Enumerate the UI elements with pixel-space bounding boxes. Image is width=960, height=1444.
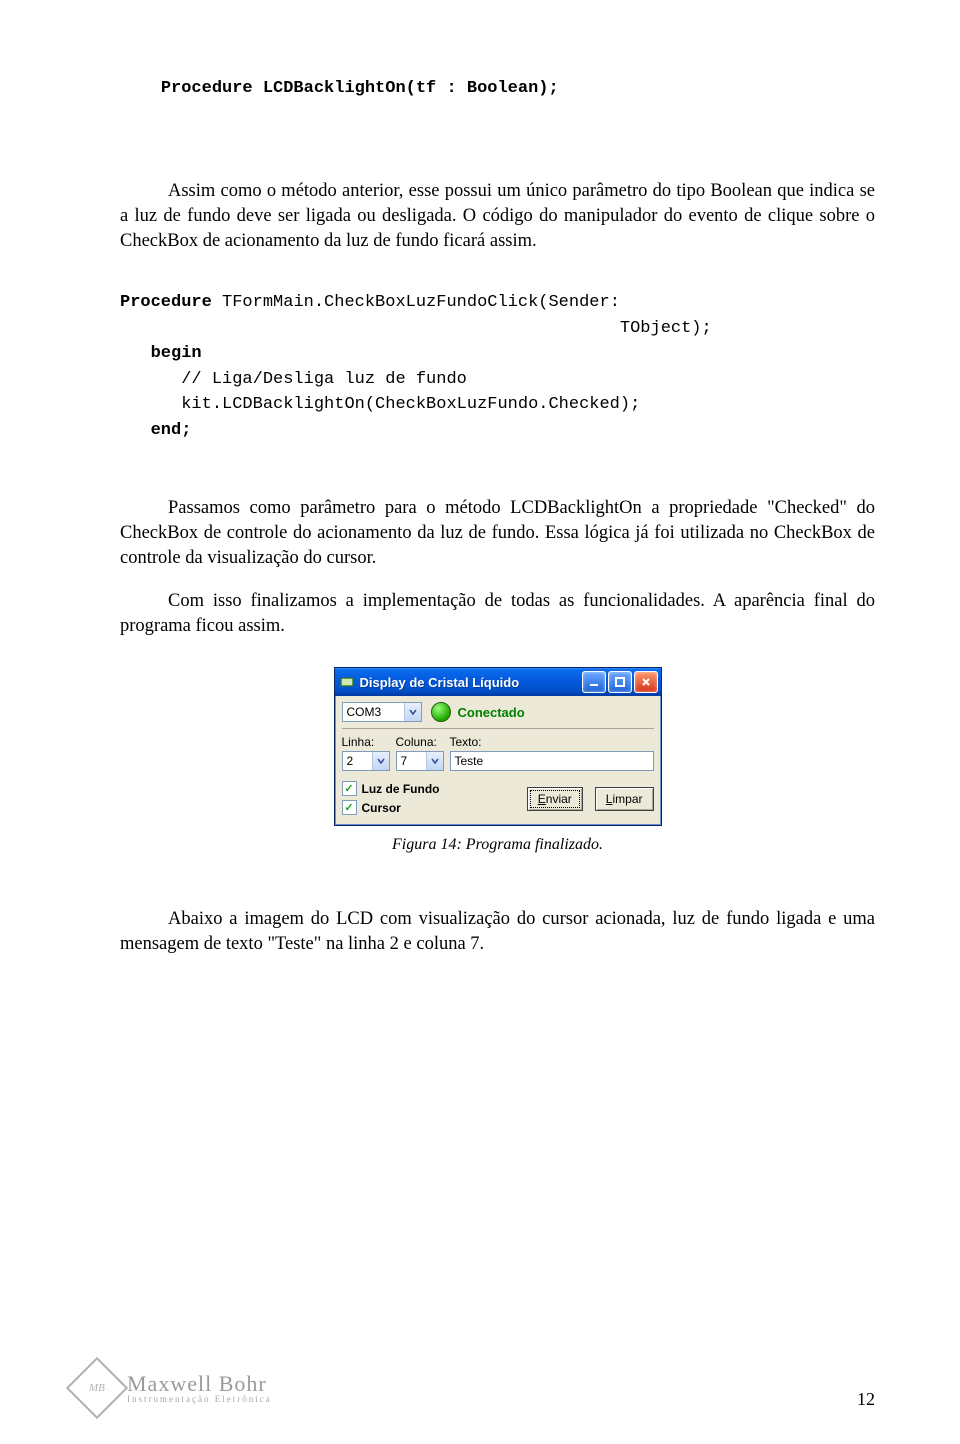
port-combo[interactable]: COM3 — [342, 702, 422, 722]
brand-name: Maxwell Bohr — [127, 1372, 272, 1395]
figure-caption: Figura 14: Programa finalizado. — [120, 836, 875, 854]
maximize-button[interactable] — [608, 671, 632, 693]
paragraph-1: Assim como o método anterior, esse possu… — [120, 179, 875, 254]
code-block-procedure: Procedure TFormMain.CheckBoxLuzFundoClic… — [120, 290, 875, 443]
brand-logo: MB Maxwell Bohr Instrumentação Eletrônic… — [75, 1366, 272, 1410]
texto-input[interactable]: Teste — [450, 751, 654, 771]
coluna-value: 7 — [401, 754, 408, 768]
paragraph-4: Abaixo a imagem do LCD com visualização … — [120, 907, 875, 957]
code-block-signature: Procedure LCDBacklightOn(tf : Boolean); — [120, 50, 875, 127]
minimize-button[interactable] — [582, 671, 606, 693]
label-coluna: Coluna: — [396, 735, 450, 749]
app-window: Display de Cristal Líquido COM3 Conectad… — [334, 667, 662, 826]
checkbox-label-luz: Luz de Fundo — [362, 782, 440, 796]
status-indicator-icon — [431, 702, 451, 722]
paragraph-3: Com isso finalizamos a implementação de … — [120, 589, 875, 639]
brand-tagline: Instrumentação Eletrônica — [127, 1395, 272, 1404]
checkbox-luz-de-fundo[interactable]: ✓ — [342, 781, 357, 796]
linha-value: 2 — [347, 754, 354, 768]
window-title: Display de Cristal Líquido — [360, 675, 582, 690]
status-text: Conectado — [458, 705, 525, 720]
paragraph-2: Passamos como parâmetro para o método LC… — [120, 496, 875, 571]
port-value: COM3 — [347, 705, 382, 719]
checkbox-cursor[interactable]: ✓ — [342, 800, 357, 815]
close-button[interactable] — [634, 671, 658, 693]
chevron-down-icon — [372, 752, 389, 770]
page-footer: MB Maxwell Bohr Instrumentação Eletrônic… — [75, 1366, 875, 1410]
code-line: Procedure LCDBacklightOn(tf : Boolean); — [161, 79, 559, 98]
chevron-down-icon — [404, 703, 421, 721]
label-linha: Linha: — [342, 735, 396, 749]
enviar-button[interactable]: Enviar — [527, 787, 583, 811]
logo-mark-icon: MB — [66, 1357, 128, 1419]
titlebar: Display de Cristal Líquido — [335, 668, 661, 696]
label-texto: Texto: — [450, 735, 482, 749]
checkbox-label-cursor: Cursor — [362, 801, 401, 815]
limpar-button[interactable]: Limpar — [595, 787, 654, 811]
texto-value: Teste — [455, 754, 484, 768]
linha-combo[interactable]: 2 — [342, 751, 390, 771]
page-number: 12 — [857, 1389, 875, 1410]
coluna-combo[interactable]: 7 — [396, 751, 444, 771]
app-icon — [339, 674, 355, 690]
chevron-down-icon — [426, 752, 443, 770]
field-labels: Linha: Coluna: Texto: — [342, 735, 654, 749]
